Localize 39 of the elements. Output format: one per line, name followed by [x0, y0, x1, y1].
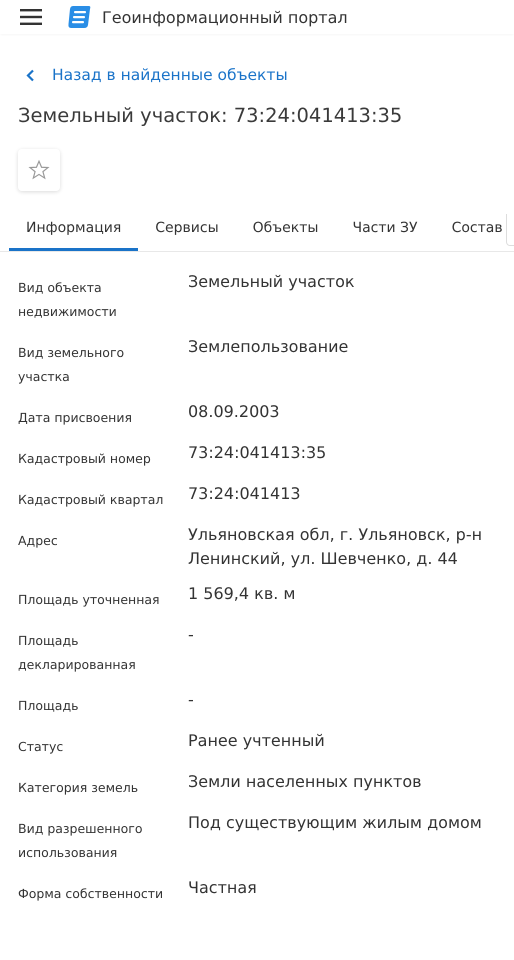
field-value: 1 569,4 кв. м	[188, 583, 296, 605]
field-value: Частная	[188, 877, 258, 899]
field-value: 73:24:041413:35	[188, 442, 328, 464]
field-value: Ульяновская обл, г. Ульяновск, р-н Ленинский, ул. Шевченко, д. 44	[188, 524, 484, 570]
field-value: Ранее учтенный	[188, 730, 326, 752]
chevron-icon	[26, 68, 35, 82]
field-value: Земли населенных пунктов	[188, 771, 423, 793]
star-icon	[28, 159, 50, 181]
field-label: Категория земель	[18, 779, 140, 797]
field-value: -	[188, 689, 195, 711]
tab[interactable]: Объекты	[236, 214, 336, 251]
tab[interactable]: Сервисы	[138, 214, 236, 251]
field-label: Форма собственности	[18, 885, 164, 903]
field-label: Вид разрешенного использования	[18, 820, 144, 862]
field-label: Кадастровый номер	[18, 450, 152, 468]
field-label: Дата присвоения	[18, 409, 133, 427]
field-value: Земельный участок	[188, 271, 356, 293]
field-value: -	[188, 624, 195, 646]
field-label: Площадь декларированная	[18, 632, 137, 674]
favorite-button[interactable]	[18, 149, 60, 191]
field-label: Статус	[18, 738, 64, 756]
field-value: Землепользование	[188, 336, 350, 358]
page-title: Земельный участок: 73:24:041413:35	[18, 104, 404, 127]
field-value: 73:24:041413	[188, 483, 302, 505]
field-value: Под существующим жилым домом	[188, 812, 483, 834]
menu-icon[interactable]	[20, 9, 42, 25]
field-label: Площадь уточненная	[18, 591, 161, 609]
field-value: 08.09.2003	[188, 401, 281, 423]
field-label: Вид земельного участка	[18, 344, 126, 386]
field-label: Вид объекта недвижимости	[18, 279, 118, 321]
field-label: Кадастровый квартал	[18, 491, 164, 509]
tab[interactable]: Информация	[9, 214, 138, 251]
site-title: Геоинформационный портал	[102, 8, 348, 26]
tab[interactable]: Части ЗУ	[335, 214, 435, 251]
logo-icon	[67, 5, 91, 29]
field-label: Адрес	[18, 532, 59, 550]
tab[interactable]: Состав	[434, 214, 514, 251]
field-label: Площадь	[18, 697, 80, 715]
back-link[interactable]: Назад в найденные объекты	[26, 66, 288, 84]
